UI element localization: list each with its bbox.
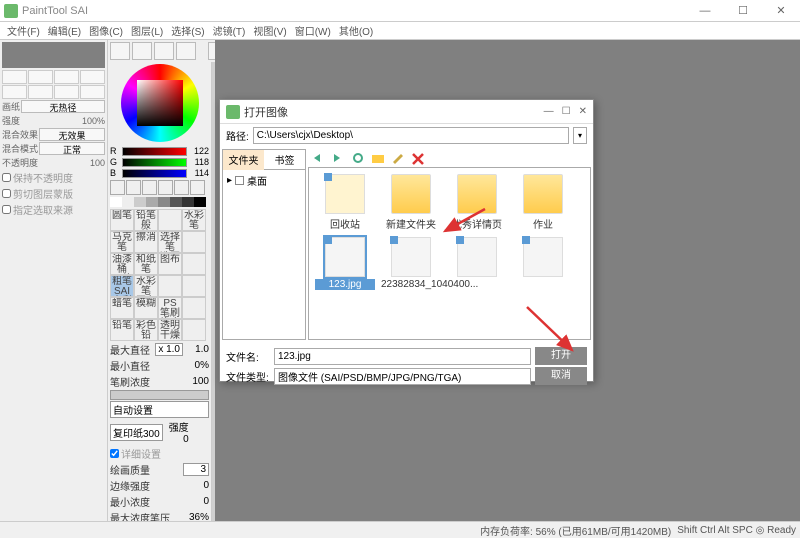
tab-folders[interactable]: 文件夹 [223,150,264,170]
density-slider[interactable] [110,390,209,400]
file-item[interactable]: 22382834_1040400... [381,237,441,290]
color-wheel[interactable] [121,64,199,142]
dialog-icon [226,105,240,119]
cancel-button[interactable]: 取消 [535,367,587,385]
minimize-button[interactable]: — [690,2,720,20]
tab-bookmarks[interactable]: 书签 [264,150,305,170]
file-item[interactable]: 作业 [513,174,573,231]
file-item[interactable]: 新建文件夹 [381,174,441,231]
filetype-select[interactable]: 图像文件 (SAI/PSD/BMP/JPG/PNG/TGA) [274,368,531,385]
forward-icon[interactable] [330,151,346,165]
layer-preview [2,42,105,68]
menu-filter[interactable]: 滤镜(T) [210,23,249,38]
layer-panel: 画纸无热径 强度100% 混合效果无效果 混合模式正常 不透明度100 保持不透… [0,40,108,521]
edit-icon[interactable] [390,151,406,165]
filename-input[interactable] [274,348,531,365]
selection-tools [110,180,209,195]
key-status: Shift Ctrl Alt SPC ◎ Ready [677,525,796,536]
tool-btn[interactable] [154,42,174,60]
tool-btn[interactable] [176,42,196,60]
r-slider[interactable] [122,147,187,156]
open-dialog: 打开图像 — ☐ ✕ 路径: ▾ 文件夹 书签 ▸桌面 [219,99,594,382]
file-item-selected[interactable]: 123.jpg [315,237,375,290]
app-title: PaintTool SAI [22,5,690,17]
tool[interactable] [110,180,125,195]
file-list: 回收站 新建文件夹 优秀详情页 作业 123.jpg 22382834_1040… [308,167,591,340]
delete-icon[interactable] [410,151,426,165]
clip-mask-check[interactable]: 剪切图层蒙版 [2,186,105,201]
statusbar: 内存负荷率: 56% (已用61MB/可用1420MB) Shift Ctrl … [0,521,800,538]
menu-layer[interactable]: 图层(L) [128,23,166,38]
tool[interactable] [142,180,157,195]
path-dropdown[interactable]: ▾ [573,127,587,144]
select-source-check[interactable]: 指定选取来源 [2,202,105,217]
tree-item-desktop[interactable]: ▸桌面 [223,170,305,191]
maximize-button[interactable]: ☐ [728,2,758,20]
dialog-maximize[interactable]: ☐ [562,106,571,117]
path-input[interactable] [253,127,569,144]
preserve-opacity-check[interactable]: 保持不透明度 [2,170,105,185]
file-item[interactable] [447,237,507,290]
dialog-minimize[interactable]: — [544,106,554,117]
dialog-close[interactable]: ✕ [579,106,587,117]
menu-select[interactable]: 选择(S) [168,23,207,38]
app-logo [4,4,18,18]
tool-panel: R122 G118 B114 圆笔铅笔般 笔水彩笔 马克笔擦消选择笔 选区擦 油… [108,62,212,521]
file-item[interactable]: 优秀详情页 [447,174,507,231]
memory-status: 内存负荷率: 56% (已用61MB/可用1420MB) [480,523,671,538]
dialog-titlebar[interactable]: 打开图像 — ☐ ✕ [220,100,593,124]
open-button[interactable]: 打开 [535,347,587,365]
file-item[interactable] [513,237,573,290]
filetype-label: 文件类型: [226,369,270,384]
tool[interactable] [174,180,189,195]
file-item[interactable]: 回收站 [315,174,375,231]
path-label: 路径: [226,128,249,143]
menu-other[interactable]: 其他(O) [336,23,376,38]
tree-panel: 文件夹 书签 ▸桌面 [222,149,306,340]
titlebar: PaintTool SAI — ☐ ✕ [0,0,800,22]
menu-window[interactable]: 窗口(W) [292,23,334,38]
menu-edit[interactable]: 编辑(E) [45,23,84,38]
back-icon[interactable] [310,151,326,165]
menu-image[interactable]: 图像(C) [86,23,126,38]
tool-btn[interactable] [132,42,152,60]
tool[interactable] [158,180,173,195]
dialog-title: 打开图像 [244,104,544,120]
tool[interactable] [190,180,205,195]
b-slider[interactable] [122,169,187,178]
file-toolbar [308,149,591,167]
menu-view[interactable]: 视图(V) [250,23,289,38]
refresh-icon[interactable] [350,151,366,165]
brush-grid: 圆笔铅笔般 笔水彩笔 马克笔擦消选择笔 选区擦 油漆桶 二值笔和纸笔图布 粗笔S… [110,209,209,341]
close-button[interactable]: ✕ [766,2,796,20]
swatch-strip[interactable] [110,197,209,207]
menubar: 文件(F) 编辑(E) 图像(C) 图层(L) 选择(S) 滤镜(T) 视图(V… [0,22,800,40]
g-slider[interactable] [122,158,187,167]
filename-label: 文件名: [226,349,270,364]
folder-icon[interactable] [370,151,386,165]
menu-file[interactable]: 文件(F) [4,23,43,38]
tool[interactable] [126,180,141,195]
tool-btn[interactable] [110,42,130,60]
